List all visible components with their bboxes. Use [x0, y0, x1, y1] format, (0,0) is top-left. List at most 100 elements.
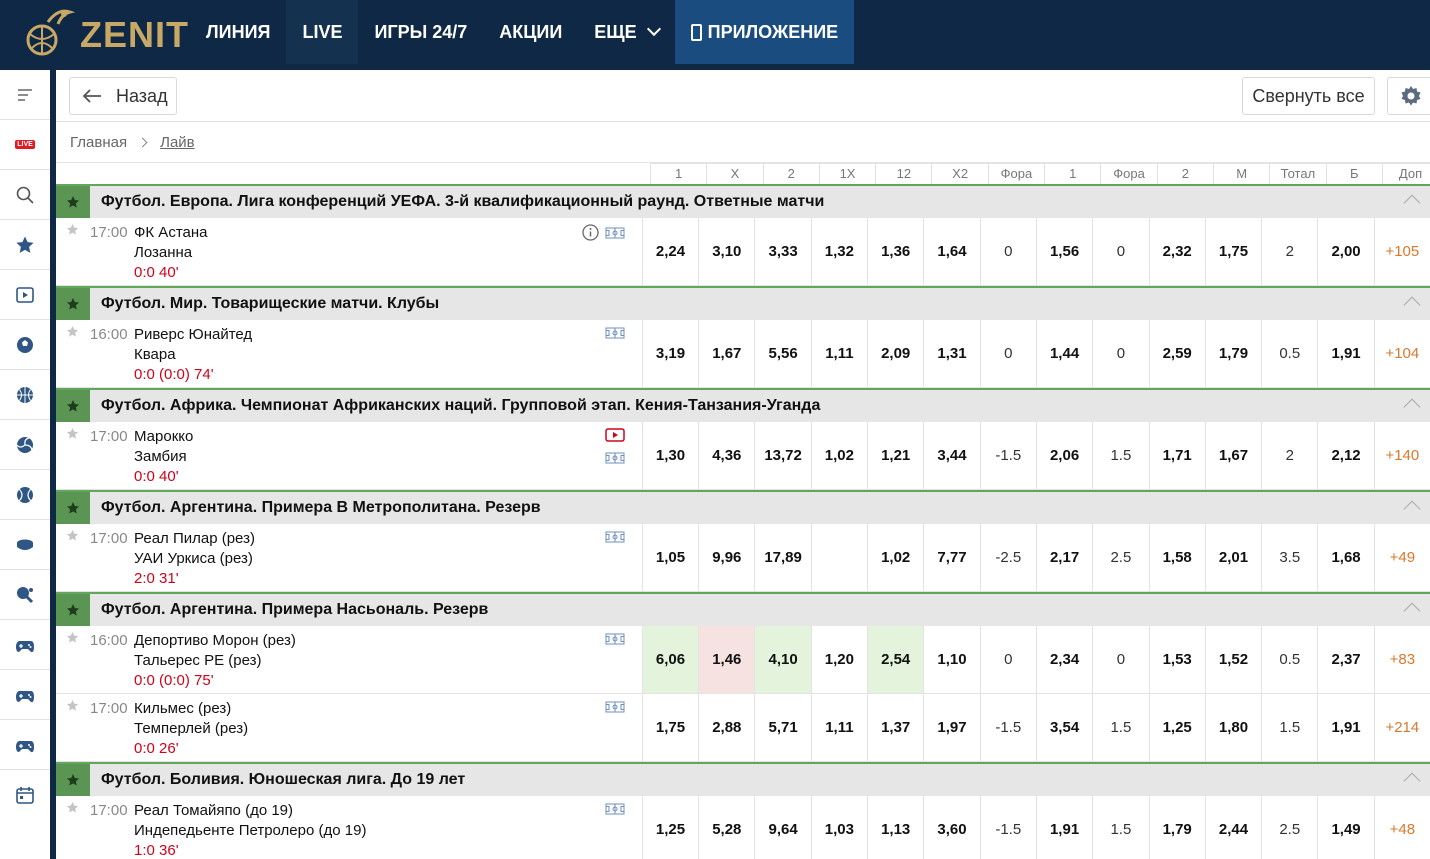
chevron-up-icon[interactable] — [1403, 398, 1421, 416]
odd-cell[interactable]: 3.5 — [1261, 524, 1317, 591]
more-markets-button[interactable]: +104 — [1373, 320, 1430, 387]
odd-cell[interactable]: 2,09 — [867, 320, 923, 387]
odd-cell[interactable]: 1,02 — [867, 524, 923, 591]
odd-cell[interactable]: 1,91 — [1317, 320, 1373, 387]
sidebar-item-favorites[interactable] — [0, 220, 50, 270]
odd-cell[interactable]: 1,67 — [1204, 422, 1261, 489]
odd-cell[interactable]: 13,72 — [754, 422, 810, 489]
odd-cell[interactable]: 1,25 — [1148, 694, 1205, 761]
team-away[interactable]: Индепедьенте Петролеро (до 19) — [134, 822, 366, 839]
sidebar-item-esports-2[interactable] — [0, 670, 50, 720]
odd-cell[interactable]: 17,89 — [754, 524, 810, 591]
odd-cell[interactable]: 3,54 — [1035, 694, 1092, 761]
brand-logo[interactable]: ZENIT — [18, 4, 188, 60]
event-row[interactable]: 16:00 Депортиво Морон (рез) Тальерес РЕ … — [56, 626, 1430, 694]
odd-cell[interactable]: 0 — [979, 320, 1036, 387]
team-away[interactable]: Лозанна — [134, 244, 192, 261]
league-header[interactable]: Футбол. Аргентина. Примера Насьональ. Ре… — [56, 592, 1430, 626]
odd-cell[interactable]: 1.5 — [1092, 694, 1148, 761]
field-icon[interactable] — [605, 802, 625, 820]
odd-cell[interactable]: 1.5 — [1092, 422, 1148, 489]
odd-cell[interactable]: 2,59 — [1148, 320, 1205, 387]
team-away[interactable]: УАИ Уркиса (рез) — [134, 550, 253, 567]
odd-cell[interactable]: 0 — [1092, 218, 1148, 285]
odd-cell[interactable]: 2,88 — [698, 694, 754, 761]
nav-item-line[interactable]: ЛИНИЯ — [190, 0, 286, 64]
event-row[interactable]: 17:00 Кильмес (рез) Темперлей (рез) 0:0 … — [56, 694, 1430, 762]
odd-cell[interactable]: 1,71 — [1148, 422, 1205, 489]
sidebar-item-esports-1[interactable] — [0, 620, 50, 670]
odd-cell[interactable]: 1,25 — [641, 796, 698, 859]
odd-cell[interactable]: 1,97 — [923, 694, 979, 761]
odd-cell[interactable]: 2.5 — [1092, 524, 1148, 591]
team-away[interactable]: Темперлей (рез) — [134, 720, 248, 737]
odd-cell[interactable]: 7,77 — [923, 524, 979, 591]
sidebar-item-video[interactable] — [0, 270, 50, 320]
sidebar-item-calendar[interactable] — [0, 770, 50, 820]
more-markets-button[interactable]: +83 — [1373, 626, 1430, 693]
star-icon[interactable] — [56, 594, 90, 626]
odd-cell[interactable]: 1,52 — [1204, 626, 1261, 693]
odd-cell[interactable]: 2.5 — [1261, 796, 1317, 859]
odd-cell[interactable]: 1,05 — [641, 524, 698, 591]
star-icon[interactable] — [66, 529, 79, 547]
odd-cell[interactable]: 0 — [979, 218, 1036, 285]
star-icon[interactable] — [66, 801, 79, 819]
odd-cell[interactable]: 3,44 — [923, 422, 979, 489]
odd-cell[interactable]: 1,58 — [1148, 524, 1205, 591]
odd-cell[interactable]: 2,44 — [1204, 796, 1261, 859]
odd-cell[interactable]: 2,32 — [1148, 218, 1205, 285]
odd-cell[interactable]: -1.5 — [979, 796, 1036, 859]
odd-cell[interactable]: 2,12 — [1317, 422, 1373, 489]
odd-cell[interactable]: 1,11 — [810, 320, 867, 387]
odd-cell[interactable]: 1,56 — [1035, 218, 1092, 285]
event-row[interactable]: 16:00 Риверс Юнайтед Квара 0:0 (0:0) 74'… — [56, 320, 1430, 388]
odd-cell[interactable]: 1,75 — [641, 694, 698, 761]
star-icon[interactable] — [56, 390, 90, 422]
odd-cell[interactable]: 1,36 — [867, 218, 923, 285]
odd-cell[interactable]: 1,64 — [923, 218, 979, 285]
odd-cell[interactable]: 1,91 — [1035, 796, 1092, 859]
sidebar-item-table-tennis[interactable] — [0, 570, 50, 620]
nav-item-app[interactable]: ПРИЛОЖЕНИЕ — [674, 0, 855, 64]
odd-cell[interactable]: 9,96 — [698, 524, 754, 591]
league-header[interactable]: Футбол. Боливия. Юношеская лига. До 19 л… — [56, 762, 1430, 796]
nav-item-promo[interactable]: АКЦИИ — [483, 0, 578, 64]
event-row[interactable]: 17:00 ФК Астана Лозанна 0:0 40' 2,24 3,10… — [56, 218, 1430, 286]
sidebar-item-volleyball[interactable] — [0, 420, 50, 470]
odd-cell[interactable]: 1,75 — [1204, 218, 1261, 285]
team-away[interactable]: Тальерес РЕ (рез) — [134, 652, 262, 669]
sidebar-item-basketball[interactable] — [0, 370, 50, 420]
odd-cell[interactable]: 3,19 — [641, 320, 698, 387]
field-icon[interactable] — [605, 632, 625, 650]
star-icon[interactable] — [66, 223, 79, 241]
event-row[interactable]: 17:00 Реал Томайяпо (до 19) Индепедьенте… — [56, 796, 1430, 859]
odd-cell[interactable]: -1.5 — [979, 422, 1036, 489]
collapse-all-button[interactable]: Свернуть все — [1242, 77, 1375, 115]
chevron-up-icon[interactable] — [1403, 500, 1421, 518]
odd-cell[interactable]: 1,02 — [810, 422, 867, 489]
sidebar-item-hockey[interactable] — [0, 520, 50, 570]
team-away[interactable]: Квара — [134, 346, 176, 363]
odd-cell[interactable]: 3,33 — [754, 218, 810, 285]
team-home[interactable]: ФК Астана — [134, 224, 207, 241]
sidebar-item-menu[interactable] — [0, 70, 50, 120]
odd-cell[interactable]: 1,31 — [923, 320, 979, 387]
back-button[interactable]: Назад — [69, 77, 177, 115]
odd-cell[interactable]: 1,11 — [810, 694, 867, 761]
field-icon[interactable] — [605, 326, 625, 344]
nav-item-games[interactable]: ИГРЫ 24/7 — [358, 0, 483, 64]
odd-cell[interactable]: 1,46 — [698, 626, 755, 693]
odd-cell[interactable]: 1,49 — [1317, 796, 1373, 859]
info-icon[interactable] — [582, 224, 599, 246]
odd-cell[interactable]: 1,79 — [1204, 320, 1261, 387]
odd-cell[interactable]: 1,30 — [641, 422, 698, 489]
odd-cell[interactable]: 1.5 — [1261, 694, 1317, 761]
odd-cell[interactable]: 2 — [1261, 218, 1317, 285]
odd-cell[interactable]: 0.5 — [1261, 320, 1317, 387]
odd-cell[interactable]: 2,00 — [1317, 218, 1373, 285]
odd-cell[interactable]: 1.5 — [1092, 796, 1148, 859]
sidebar-item-tennis[interactable] — [0, 470, 50, 520]
chevron-up-icon[interactable] — [1403, 772, 1421, 790]
odd-cell[interactable]: 2,17 — [1035, 524, 1092, 591]
